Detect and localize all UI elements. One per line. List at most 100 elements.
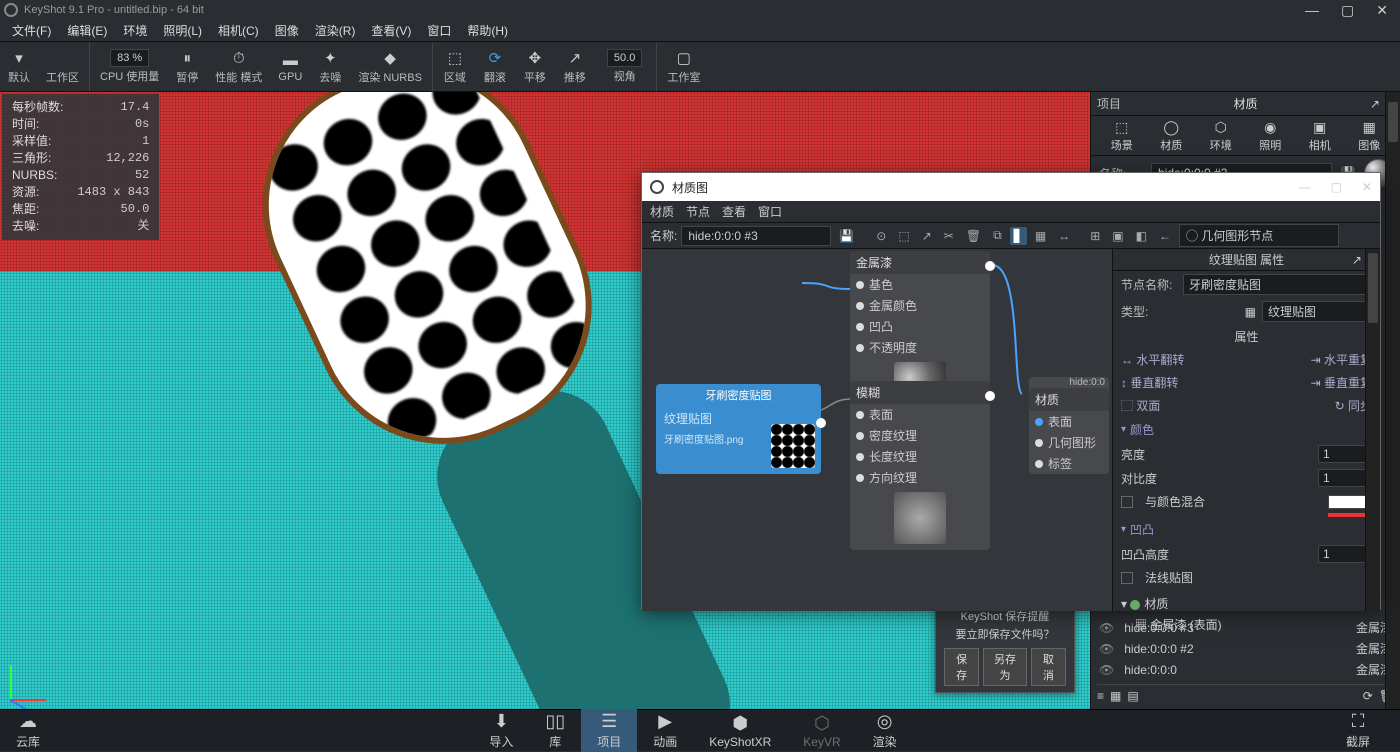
- blend-checkbox[interactable]: [1121, 496, 1133, 508]
- tool-default[interactable]: ▾默认: [0, 43, 38, 91]
- menu-edit[interactable]: 编辑(E): [61, 20, 113, 41]
- tab-lighting[interactable]: ◉照明: [1255, 117, 1285, 155]
- option-v-flip[interactable]: ↕ 垂直翻转: [1121, 374, 1178, 391]
- panel-scrollbar[interactable]: [1385, 92, 1400, 711]
- menu-view[interactable]: 查看(V): [365, 20, 417, 41]
- mg-menu-material[interactable]: 材质: [650, 203, 674, 220]
- mg-name-input[interactable]: hide:0:0:0 #3: [681, 226, 831, 246]
- sort-icon[interactable]: ▤: [1127, 689, 1138, 703]
- node-texture-map[interactable]: 牙刷密度贴图 纹理贴图 牙刷密度贴图.png: [656, 384, 821, 474]
- tool-tumble[interactable]: ⟳翻滚: [475, 43, 515, 91]
- tool-cpu-usage[interactable]: 83 %CPU 使用量: [92, 43, 167, 91]
- material-row[interactable]: 👁hide:0:0:0 #2金属漆: [1097, 638, 1394, 659]
- tool-fov[interactable]: 50.0视角: [595, 43, 657, 91]
- node-name-input[interactable]: 牙刷密度贴图: [1183, 274, 1372, 295]
- menu-environment[interactable]: 环境: [117, 20, 153, 41]
- mg-tool-icon[interactable]: ◧: [1132, 227, 1151, 245]
- bb-keyshotxr[interactable]: ⬢KeyShotXR: [693, 711, 787, 751]
- section-color[interactable]: 颜色: [1113, 417, 1380, 442]
- tool-pan[interactable]: ✥平移: [515, 43, 555, 91]
- mg-tool-icon[interactable]: ⬚: [894, 227, 913, 245]
- tab-material[interactable]: ◯材质: [1156, 117, 1186, 155]
- tool-studio[interactable]: ▢工作室: [659, 43, 708, 91]
- brightness-input[interactable]: 1: [1318, 445, 1372, 463]
- mg-title-bar[interactable]: 材质图 ― ▢ ✕: [642, 173, 1380, 201]
- cancel-button[interactable]: 取消: [1031, 648, 1066, 686]
- bb-screenshot[interactable]: ⛶截屏: [1330, 709, 1386, 752]
- option-two-sided[interactable]: ⬚ 双面: [1121, 397, 1160, 414]
- option-h-repeat[interactable]: ⇥ 水平重复: [1311, 351, 1372, 368]
- menu-image[interactable]: 图像: [269, 20, 305, 41]
- bb-cloud[interactable]: ☁云库: [0, 709, 56, 752]
- mg-tool-icon[interactable]: ⊙: [872, 227, 890, 245]
- mg-menu-node[interactable]: 节点: [686, 203, 710, 220]
- list-icon[interactable]: ≡: [1097, 689, 1104, 703]
- mg-node-canvas[interactable]: 牙刷密度贴图 纹理贴图 牙刷密度贴图.png 金属漆 基色 金属颜色 凹凸 不透…: [642, 249, 1112, 611]
- tool-workspace[interactable]: 工作区: [38, 43, 90, 91]
- attributes-tab[interactable]: 属性: [1234, 328, 1258, 345]
- mg-tool-icon[interactable]: ▣: [1108, 227, 1127, 245]
- option-h-flip[interactable]: ↔ 水平翻转: [1121, 351, 1184, 368]
- tab-image[interactable]: ▦图像: [1354, 117, 1384, 155]
- popout-icon[interactable]: ↗: [1352, 253, 1362, 267]
- node-output-port[interactable]: [985, 261, 995, 271]
- mg-tool-icon[interactable]: ⊞: [1086, 227, 1104, 245]
- menu-render[interactable]: 渲染(R): [309, 20, 362, 41]
- tool-dolly[interactable]: ↗推移: [555, 43, 595, 91]
- mg-menu-view[interactable]: 查看: [722, 203, 746, 220]
- normal-checkbox[interactable]: [1121, 572, 1133, 584]
- tab-camera[interactable]: ▣相机: [1305, 117, 1335, 155]
- mg-tool-icon[interactable]: ▦: [1031, 227, 1050, 245]
- contrast-input[interactable]: 1: [1318, 469, 1372, 487]
- refresh-icon[interactable]: ⟳: [1363, 689, 1373, 703]
- tree-item[interactable]: ▦ 金属漆 (表面): [1121, 614, 1372, 635]
- bb-keyvr[interactable]: ⬡KeyVR: [787, 711, 856, 751]
- minimize-button[interactable]: ―: [1305, 2, 1319, 19]
- visibility-icon[interactable]: 👁: [1099, 663, 1114, 677]
- save-button[interactable]: 保存: [944, 648, 979, 686]
- node-material-output[interactable]: hide:0:0 材质 表面 几何图形 标签: [1029, 377, 1109, 474]
- visibility-icon[interactable]: 👁: [1099, 621, 1114, 635]
- maximize-button[interactable]: ▢: [1341, 2, 1354, 19]
- type-select[interactable]: 纹理贴图: [1262, 301, 1372, 322]
- bump-input[interactable]: 1: [1318, 545, 1372, 563]
- close-button[interactable]: ✕: [1376, 2, 1388, 19]
- menu-window[interactable]: 窗口: [421, 20, 457, 41]
- mg-tool-icon[interactable]: ←: [1155, 227, 1175, 245]
- mg-tool-icon[interactable]: ✂: [940, 227, 958, 245]
- save-as-button[interactable]: 另存为: [983, 648, 1027, 686]
- menu-lighting[interactable]: 照明(L): [157, 20, 208, 41]
- mg-tool-icon[interactable]: ⧉: [989, 226, 1006, 245]
- tool-pause[interactable]: ⏸暂停: [167, 43, 207, 91]
- bb-animation[interactable]: ▶动画: [637, 709, 693, 752]
- mg-maximize-button[interactable]: ▢: [1331, 180, 1342, 194]
- mg-tool-icon[interactable]: ↔: [1054, 227, 1074, 245]
- node-output-port[interactable]: [985, 391, 995, 401]
- panel-popout-icon[interactable]: ↗: [1370, 97, 1380, 111]
- bb-project[interactable]: ☰项目: [581, 709, 637, 752]
- mg-minimize-button[interactable]: ―: [1299, 180, 1311, 194]
- mg-tool-icon[interactable]: ▋: [1010, 227, 1027, 245]
- props-scrollbar[interactable]: [1365, 249, 1380, 611]
- tool-gpu[interactable]: ▬GPU: [270, 43, 310, 91]
- menu-help[interactable]: 帮助(H): [461, 20, 514, 41]
- visibility-icon[interactable]: 👁: [1099, 642, 1114, 656]
- section-bump[interactable]: 凹凸: [1113, 517, 1380, 542]
- node-output-port[interactable]: [816, 418, 826, 428]
- menu-file[interactable]: 文件(F): [6, 20, 57, 41]
- node-blur[interactable]: 模糊 表面 密度纹理 长度纹理 方向纹理: [850, 381, 990, 550]
- mg-tool-icon[interactable]: ↗: [918, 227, 936, 245]
- tool-performance[interactable]: ⏱性能 模式: [207, 43, 270, 91]
- mg-menu-window[interactable]: 窗口: [758, 203, 782, 220]
- mg-close-button[interactable]: ✕: [1362, 180, 1372, 194]
- bb-library[interactable]: ▯▯库: [529, 709, 581, 752]
- bb-import[interactable]: ⬇导入: [473, 709, 529, 752]
- type-icon[interactable]: ▦: [1245, 305, 1256, 319]
- tool-denoise[interactable]: ✦去噪: [310, 43, 350, 91]
- option-v-repeat[interactable]: ⇥ 垂直重复: [1311, 374, 1372, 391]
- tab-environment[interactable]: ⬡环境: [1206, 117, 1236, 155]
- bb-render[interactable]: ◎渲染: [857, 709, 913, 752]
- grid-icon[interactable]: ▦: [1110, 689, 1121, 703]
- material-row[interactable]: 👁hide:0:0:0金属漆: [1097, 659, 1394, 680]
- mg-save-icon[interactable]: 💾: [835, 227, 858, 245]
